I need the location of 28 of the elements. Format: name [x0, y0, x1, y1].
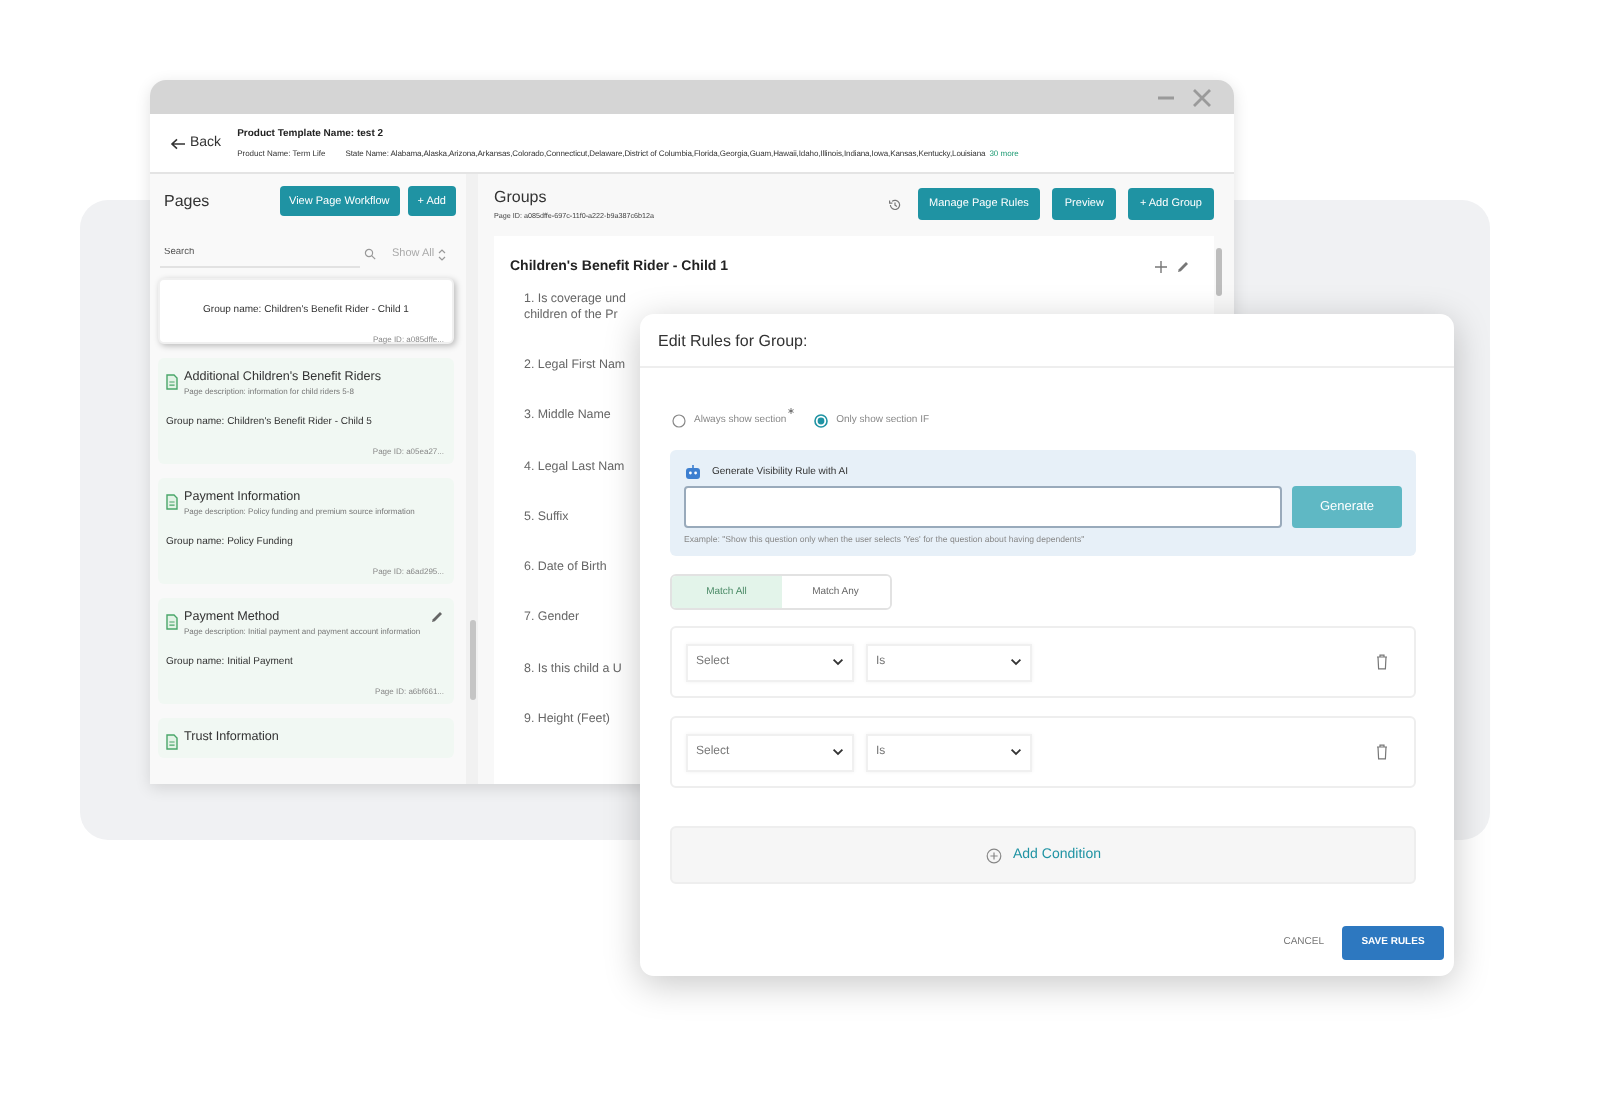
up-down-icon [438, 247, 447, 261]
trash-icon[interactable] [1376, 654, 1388, 670]
chevron-down-icon [832, 748, 844, 756]
plus-circle-icon [985, 847, 1001, 863]
dialog-title: Edit Rules for Group: [640, 314, 1454, 368]
robot-icon [684, 464, 702, 480]
pencil-icon[interactable] [430, 610, 444, 624]
prompt-field[interactable] [684, 486, 1282, 528]
document-icon [166, 614, 178, 630]
radio-button[interactable] [672, 413, 686, 427]
document-icon [166, 734, 178, 750]
document-icon [166, 494, 178, 510]
chevron-down-icon [1010, 748, 1022, 756]
arrow-left-icon [170, 137, 186, 149]
close-icon[interactable] [1192, 87, 1212, 107]
panel-title: Pages [164, 192, 210, 210]
scrollbar[interactable] [470, 620, 476, 700]
trash-icon[interactable] [1376, 744, 1388, 760]
history-icon[interactable] [887, 197, 902, 211]
pencil-icon[interactable] [1176, 260, 1190, 274]
panel-title: Groups [494, 188, 549, 206]
search-icon [364, 248, 376, 260]
chevron-down-icon [832, 658, 844, 666]
scrollbar[interactable] [1216, 248, 1222, 296]
plus-icon[interactable] [1154, 260, 1168, 274]
radio-button[interactable] [814, 413, 829, 427]
chevron-down-icon [1010, 658, 1022, 666]
document-icon [166, 374, 178, 390]
